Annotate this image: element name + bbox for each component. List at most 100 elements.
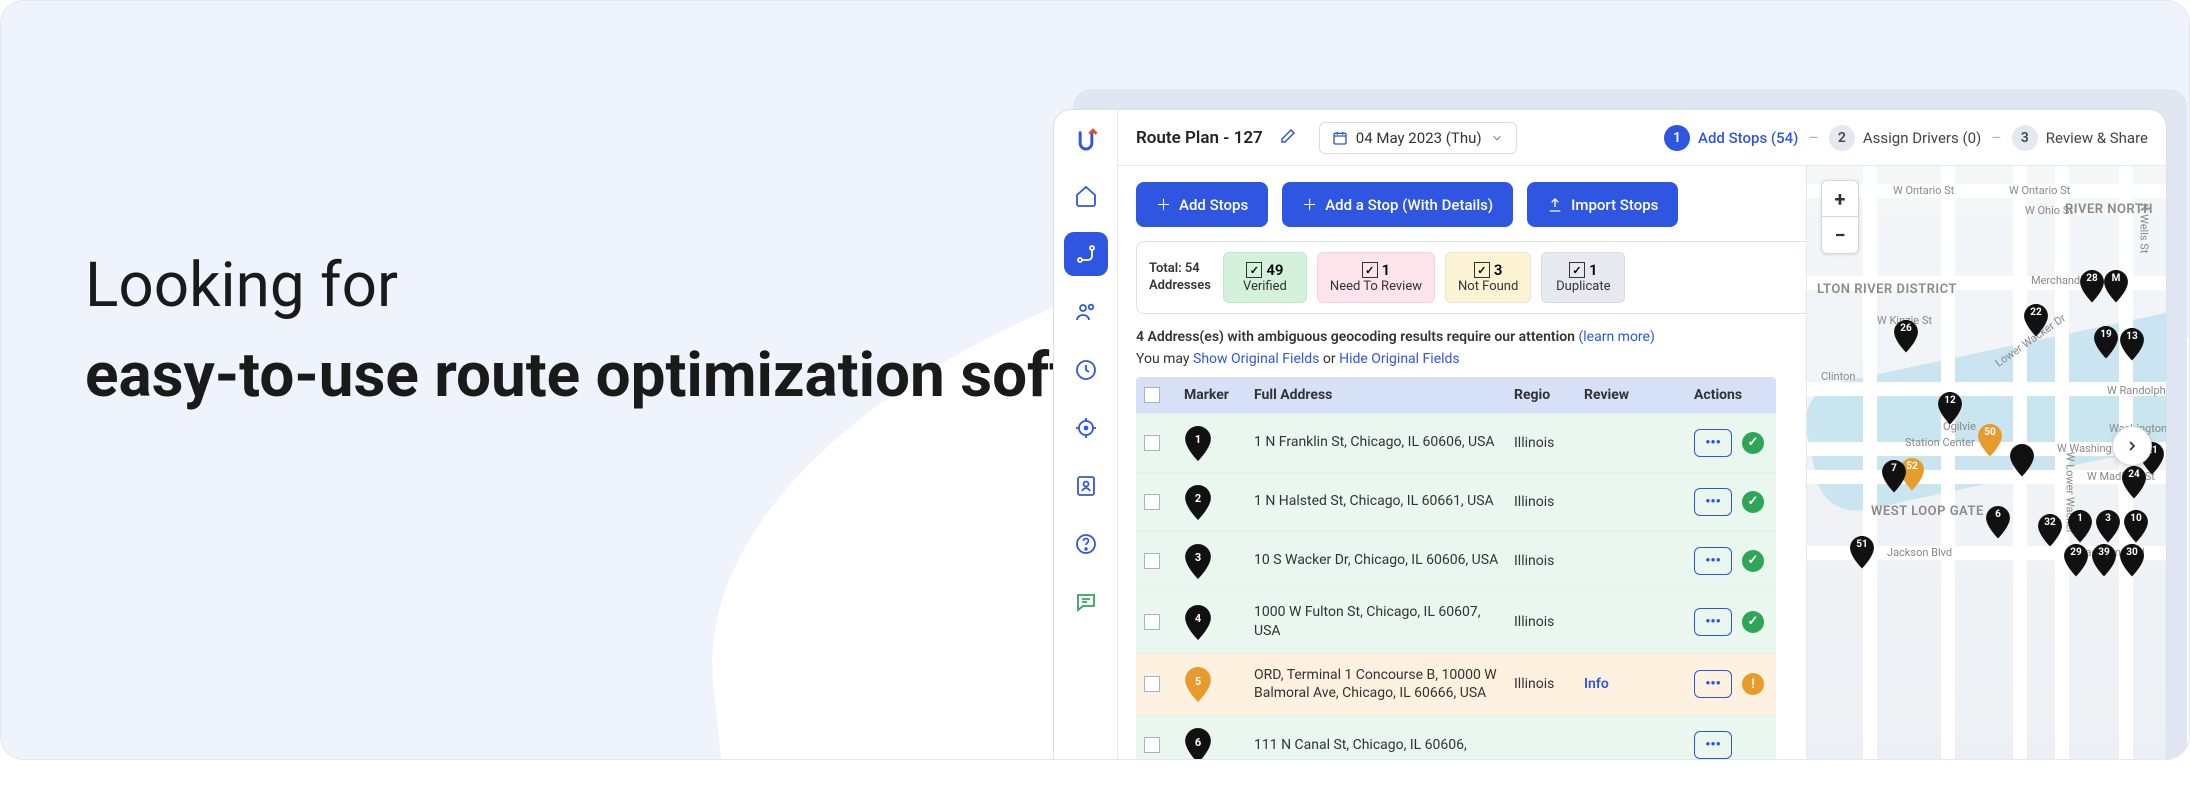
map-pin[interactable]: 28 [2079,270,2105,302]
address-table: Marker Full Address Regio Review Actions… [1136,377,1776,760]
map-pin[interactable]: 29 [2063,544,2089,576]
row-actions-button[interactable]: ••• [1694,429,1732,457]
import-stops-button[interactable]: Import Stops [1527,182,1678,227]
contacts-icon[interactable] [1064,464,1108,508]
row-address: 1 N Halsted St, Chicago, IL 60661, USA [1254,492,1514,511]
marker-pin-icon: 2 [1184,485,1212,519]
map-pin[interactable]: 51 [1849,536,1875,568]
status-warn-icon: ! [1742,673,1764,695]
wizard-step-3[interactable]: 3Review & Share [2012,125,2148,151]
route-icon[interactable] [1064,232,1108,276]
table-row: 6111 N Canal St, Chicago, IL 60606,••• [1136,715,1776,760]
marker-pin-icon: 3 [1184,544,1212,578]
map-pin[interactable]: 39 [2091,544,2117,576]
table-header: Marker Full Address Regio Review Actions [1136,377,1776,413]
map-pin[interactable]: 19 [2093,326,2119,358]
map-street-label: W Ontario St [2009,184,2070,197]
row-region: Illinois [1514,553,1584,569]
table-row: 41000 W Fulton St, Chicago, IL 60607, US… [1136,590,1776,653]
row-address: ORD, Terminal 1 Concourse B, 10000 W Bal… [1254,666,1514,704]
map-neighborhood-label: WEST LOOP GATE [1871,504,1984,519]
show-fields-link[interactable]: Show Original Fields [1193,351,1319,367]
row-region: Illinois [1514,435,1584,451]
row-checkbox[interactable] [1144,435,1160,451]
map-street-label: Station Center [1905,436,1975,449]
row-checkbox[interactable] [1144,614,1160,630]
chevron-down-icon [1490,131,1504,145]
row-actions-button[interactable]: ••• [1694,547,1732,575]
map-pin[interactable]: 12 [1937,392,1963,424]
row-address: 111 N Canal St, Chicago, IL 60606, [1254,736,1514,755]
wizard-step-2[interactable]: 2Assign Drivers (0) [1829,125,1981,151]
add-stop-details-button[interactable]: ＋Add a Stop (With Details) [1282,182,1513,227]
row-address: 10 S Wacker Dr, Chicago, IL 60606, USA [1254,551,1514,570]
status-ok-icon: ✓ [1742,550,1764,572]
map-pin[interactable]: 1 [2067,510,2093,542]
checkbox-icon: ✓ [1362,262,1378,278]
row-checkbox[interactable] [1144,494,1160,510]
map-pin[interactable]: 13 [2119,328,2145,360]
map-pin[interactable] [2009,444,2035,476]
table-row: 5ORD, Terminal 1 Concourse B, 10000 W Ba… [1136,653,1776,716]
top-bar: Route Plan - 127 04 May 2023 (Thu) 1Add … [1118,110,2166,166]
map-pin[interactable]: 24 [2121,466,2147,498]
row-actions-button[interactable]: ••• [1694,731,1732,759]
map-panel[interactable]: RIVER NORTHLTON RIVER DISTRICTWEST LOOP … [1806,166,2166,760]
wizard-step-1[interactable]: 1Add Stops (54) [1664,125,1798,151]
map-pin[interactable]: 50 [1977,424,2003,456]
select-all-checkbox[interactable] [1144,387,1160,403]
map-street-label: Jackson Blvd [1887,546,1952,559]
hide-fields-link[interactable]: Hide Original Fields [1339,351,1460,367]
clock-icon[interactable] [1064,348,1108,392]
collapse-panel-button[interactable] [2112,426,2152,466]
row-checkbox[interactable] [1144,553,1160,569]
filter-need-to-review[interactable]: ✓1Need To Review [1317,252,1435,303]
row-checkbox[interactable] [1144,737,1160,753]
learn-more-link[interactable]: (learn more) [1578,329,1654,345]
help-icon[interactable] [1064,522,1108,566]
checkbox-icon: ✓ [1246,262,1262,278]
map-pin[interactable]: 7 [1881,460,1907,492]
zoom-control: + − [1821,180,1859,254]
row-region: Illinois [1514,494,1584,510]
filter-verified[interactable]: ✓49Verified [1223,252,1307,303]
row-actions-button[interactable]: ••• [1694,608,1732,636]
row-region: Illinois [1514,676,1584,692]
review-info-link[interactable]: Info [1584,676,1609,692]
plus-icon: ＋ [1156,194,1171,215]
map-pin[interactable]: 10 [2123,510,2149,542]
map-pin[interactable]: 30 [2119,544,2145,576]
locate-icon[interactable] [1064,406,1108,450]
map-pin[interactable]: 6 [1985,506,2011,538]
date-picker[interactable]: 04 May 2023 (Thu) [1319,122,1517,154]
chat-icon[interactable] [1064,580,1108,624]
row-actions-button[interactable]: ••• [1694,670,1732,698]
map-street-label: Clinton [1821,370,1855,383]
map-pin[interactable]: 26 [1893,320,1919,352]
chevron-right-icon [2124,438,2140,454]
zoom-out-button[interactable]: − [1822,217,1858,253]
marker-pin-icon: 4 [1184,605,1212,639]
status-ok-icon: ✓ [1742,432,1764,454]
sidebar [1054,110,1118,760]
add-stops-button[interactable]: ＋Add Stops [1136,182,1268,227]
row-actions-button[interactable]: ••• [1694,488,1732,516]
edit-title-icon[interactable] [1279,127,1297,149]
map-pin[interactable]: M [2103,270,2129,302]
home-icon[interactable] [1064,174,1108,218]
map-pin[interactable]: 22 [2023,304,2049,336]
map-pin[interactable]: 32 [2037,514,2063,546]
zoom-in-button[interactable]: + [1822,181,1858,217]
marker-pin-icon: 1 [1184,426,1212,460]
filter-not-found[interactable]: ✓3Not Found [1445,252,1531,303]
app-window: Route Plan - 127 04 May 2023 (Thu) 1Add … [1053,109,2167,760]
app-logo [1068,124,1104,160]
table-row: 3 10 S Wacker Dr, Chicago, IL 60606, USAI… [1136,531,1776,590]
map-pin[interactable]: 3 [2095,510,2121,542]
row-checkbox[interactable] [1144,676,1160,692]
drivers-icon[interactable] [1064,290,1108,334]
route-title: Route Plan - 127 [1136,128,1263,148]
filter-duplicate[interactable]: ✓1Duplicate [1541,252,1625,303]
status-ok-icon: ✓ [1742,611,1764,633]
totals-label: Total: 54Addresses [1149,261,1211,295]
